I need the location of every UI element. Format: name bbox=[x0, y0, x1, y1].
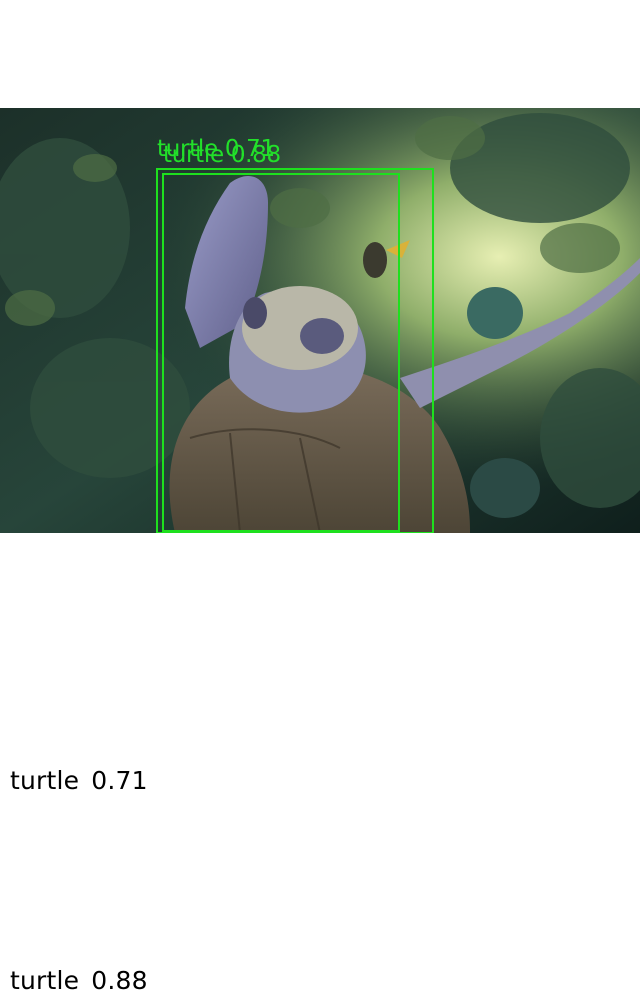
detection-caption: turtle 0.88 bbox=[10, 966, 148, 995]
detection-label: turtle 0.88 bbox=[163, 142, 281, 168]
underwater-turtle-photo bbox=[0, 108, 640, 533]
photo-canvas bbox=[0, 108, 640, 533]
detection-caption: turtle 0.71 bbox=[10, 766, 148, 795]
